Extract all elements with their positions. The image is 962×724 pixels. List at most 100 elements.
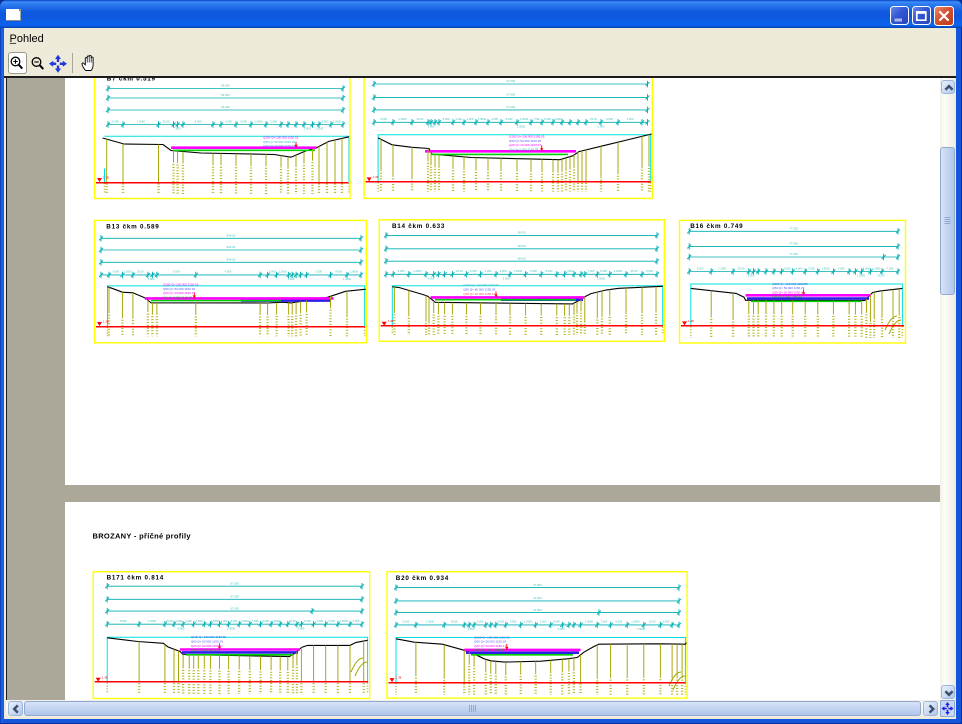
svg-text:6.000: 6.000 (304, 619, 311, 623)
svg-text:3.000: 3.000 (808, 266, 815, 270)
svg-text:5.000: 5.000 (288, 277, 295, 281)
svg-text:B7 čkm 0.519: B7 čkm 0.519 (107, 78, 156, 83)
svg-text:1.5000: 1.5000 (278, 270, 287, 274)
svg-text:1.2000: 1.2000 (398, 117, 407, 121)
svg-text:25.00: 25.00 (163, 119, 170, 123)
svg-text:67.500: 67.500 (533, 583, 542, 587)
svg-text:8.000: 8.000 (178, 626, 185, 630)
svg-text:B20 čkm 0.934: B20 čkm 0.934 (396, 575, 449, 582)
svg-text:25.00: 25.00 (631, 269, 638, 273)
svg-text:5.000: 5.000 (304, 127, 311, 131)
svg-text:B14 čkm 0.633: B14 čkm 0.633 (392, 223, 445, 230)
svg-text:5.000: 5.000 (697, 266, 704, 270)
svg-text:6.000: 6.000 (443, 117, 450, 121)
svg-text:1.0000: 1.0000 (520, 117, 529, 121)
svg-text:5.000: 5.000 (600, 269, 607, 273)
svg-text:6.000: 6.000 (606, 117, 613, 121)
svg-text:1.5000: 1.5000 (340, 619, 349, 623)
svg-text:1.38: 1.38 (103, 176, 109, 180)
svg-text:25.00: 25.00 (417, 117, 424, 121)
svg-text:5.000: 5.000 (262, 619, 269, 623)
svg-text:2.000: 2.000 (353, 619, 360, 623)
svg-text:2.000: 2.000 (598, 125, 605, 129)
svg-text:3.000: 3.000 (269, 270, 276, 274)
svg-text:1.0000: 1.0000 (227, 626, 236, 630)
svg-text:1.2000: 1.2000 (553, 117, 562, 121)
svg-text:67.000: 67.000 (230, 581, 239, 585)
svg-text:7.000: 7.000 (252, 619, 259, 623)
svg-text:84.000: 84.000 (221, 84, 230, 88)
svg-text:5.000: 5.000 (112, 270, 119, 274)
svg-text:1.0000: 1.0000 (333, 119, 342, 123)
svg-text:25.00: 25.00 (166, 619, 173, 623)
svg-text:5.000: 5.000 (748, 274, 755, 278)
svg-text:4.000: 4.000 (225, 119, 232, 123)
svg-text:3.000: 3.000 (510, 620, 517, 624)
svg-text:67.000: 67.000 (230, 595, 239, 599)
svg-text:3.000: 3.000 (428, 125, 435, 129)
svg-text:1.2000: 1.2000 (315, 127, 324, 131)
svg-text:B171 čkm 0.814: B171 čkm 0.814 (107, 575, 164, 582)
svg-text:7.000: 7.000 (298, 626, 305, 630)
svg-text:6.000: 6.000 (173, 270, 180, 274)
svg-text:8.000: 8.000 (335, 270, 342, 274)
svg-text:3.000: 3.000 (240, 119, 247, 123)
svg-text:1.2000: 1.2000 (857, 274, 866, 278)
svg-text:2.000: 2.000 (530, 269, 537, 273)
svg-text:165.00: 165.00 (517, 244, 526, 248)
svg-text:1.38: 1.38 (102, 675, 108, 679)
svg-text:25.00: 25.00 (456, 269, 463, 273)
svg-text:QN Q= 5.000 1149.88: QN Q= 5.000 1149.88 (474, 648, 504, 652)
svg-text:25.00: 25.00 (590, 117, 597, 121)
svg-text:165.00: 165.00 (517, 231, 526, 235)
svg-text:77.000: 77.000 (789, 242, 798, 246)
svg-text:8.000: 8.000 (546, 269, 553, 273)
svg-text:77.000: 77.000 (789, 227, 798, 231)
svg-text:1.5000: 1.5000 (597, 277, 606, 281)
svg-text:25.00: 25.00 (289, 619, 296, 623)
svg-text:4.000: 4.000 (497, 620, 504, 624)
svg-text:5.000: 5.000 (112, 119, 119, 123)
svg-text:5.000: 5.000 (544, 117, 551, 121)
svg-text:25.00: 25.00 (878, 274, 885, 278)
svg-text:4.000: 4.000 (627, 117, 634, 121)
svg-text:4.000: 4.000 (428, 277, 435, 281)
svg-text:QN Q= 5.000 1149.88: QN Q= 5.000 1149.88 (772, 295, 802, 299)
svg-text:1.0000: 1.0000 (565, 269, 574, 273)
svg-text:6.000: 6.000 (784, 266, 791, 270)
svg-text:7.000: 7.000 (887, 266, 894, 270)
svg-text:8.000: 8.000 (863, 266, 870, 270)
svg-text:1.5000: 1.5000 (478, 117, 487, 121)
svg-text:1.38: 1.38 (103, 320, 109, 324)
svg-text:1.2000: 1.2000 (343, 277, 352, 281)
svg-text:7.000: 7.000 (588, 269, 595, 273)
svg-text:84.000: 84.000 (221, 105, 230, 109)
svg-text:7.000: 7.000 (601, 620, 608, 624)
svg-text:4.000: 4.000 (455, 117, 462, 121)
svg-text:67.500: 67.500 (533, 596, 542, 600)
svg-text:2.000: 2.000 (221, 619, 228, 623)
svg-text:67.000: 67.000 (230, 606, 239, 610)
svg-text:1.38: 1.38 (388, 319, 394, 323)
svg-text:67.000: 67.000 (507, 105, 516, 109)
svg-text:6.000: 6.000 (175, 619, 182, 623)
svg-text:8.000: 8.000 (506, 117, 513, 121)
svg-text:2.000: 2.000 (491, 117, 498, 121)
svg-text:8.000: 8.000 (553, 620, 560, 624)
svg-text:1.0000: 1.0000 (585, 620, 594, 624)
svg-text:2.000: 2.000 (540, 620, 547, 624)
svg-text:4.000: 4.000 (468, 627, 475, 631)
svg-text:1.5000: 1.5000 (517, 125, 526, 129)
svg-text:1.5000: 1.5000 (211, 619, 220, 623)
svg-text:1.2000: 1.2000 (148, 619, 157, 623)
svg-text:4.000: 4.000 (316, 619, 323, 623)
svg-text:6.000: 6.000 (470, 269, 477, 273)
svg-text:1.38: 1.38 (688, 319, 694, 323)
svg-text:77.000: 77.000 (789, 252, 798, 256)
svg-text:4.000: 4.000 (485, 269, 492, 273)
svg-text:2.000: 2.000 (838, 266, 845, 270)
svg-text:4.000: 4.000 (185, 619, 192, 623)
svg-text:1.2000: 1.2000 (124, 270, 133, 274)
svg-text:7.000: 7.000 (174, 127, 181, 131)
svg-text:25.00: 25.00 (738, 266, 745, 270)
